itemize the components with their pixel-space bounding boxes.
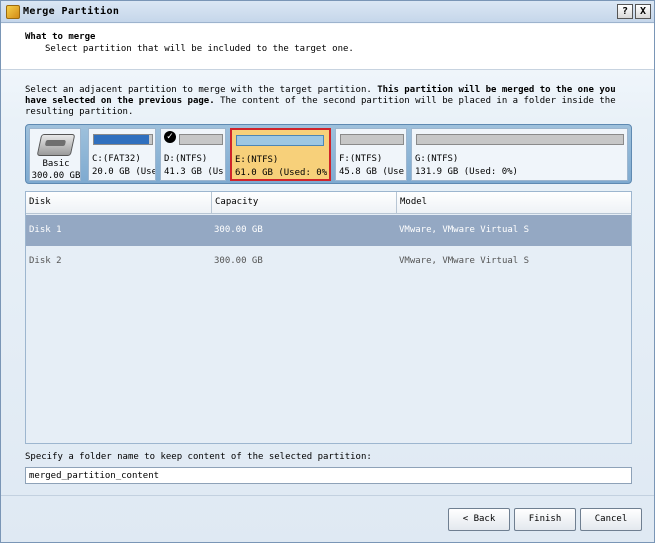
folder-name-input[interactable] [25,467,632,484]
partition-tile-e[interactable]: E:(NTFS) 61.0 GB (Used: 0% [230,128,331,181]
app-icon [6,5,20,19]
instructions: Select an adjacent partition to merge wi… [25,85,635,118]
cell-capacity: 300.00 GB [214,256,263,266]
instructions-text: Select an adjacent partition to merge wi… [25,85,378,95]
partition-info: 131.9 GB (Used: 0%) [415,167,518,177]
usage-bar [340,134,404,145]
partition-tile-d[interactable]: ✓ D:(NTFS) 41.3 GB (Us [160,128,226,181]
wizard-header: What to merge Select partition that will… [1,24,654,70]
finish-button[interactable]: Finish [514,508,576,531]
partition-tile-c[interactable]: C:(FAT32) 20.0 GB (Use [88,128,156,181]
folder-name-label: Specify a folder name to keep content of… [25,452,372,462]
partition-info: 20.0 GB (Use [92,167,156,177]
partition-name: F:(NTFS) [339,154,383,164]
cell-disk: Disk 2 [29,256,62,266]
partition-tile-g[interactable]: G:(NTFS) 131.9 GB (Used: 0%) [411,128,628,181]
partition-name: C:(FAT32) [92,154,141,164]
partition-name: E:(NTFS) [235,155,279,165]
partition-info: 61.0 GB (Used: 0% [235,168,328,178]
table-row[interactable]: Disk 1 300.00 GB VMware, VMware Virtual … [26,215,631,246]
header-subtitle: Select partition that will be included t… [45,44,354,54]
disk-tile[interactable]: Basic 300.00 GB [29,128,81,181]
partition-info: 45.8 GB (Use [339,167,405,177]
usage-bar [236,135,324,146]
cell-capacity: 300.00 GB [214,225,263,235]
column-header-capacity[interactable]: Capacity [211,192,396,213]
disk-table: Disk Capacity Model Disk 1 300.00 GB VMw… [25,191,632,444]
table-row[interactable]: Disk 2 300.00 GB VMware, VMware Virtual … [26,246,631,277]
usage-bar [416,134,624,145]
merge-partition-dialog: Merge Partition ? X What to merge Select… [0,0,655,543]
back-button[interactable]: < Back [448,508,510,531]
header-title: What to merge [25,32,96,42]
partition-name: D:(NTFS) [164,154,208,164]
usage-bar [93,134,153,145]
cell-model: VMware, VMware Virtual S [399,225,530,235]
table-header: Disk Capacity Model [26,192,631,214]
hard-disk-icon [36,134,76,156]
cell-model: VMware, VMware Virtual S [399,256,530,266]
partition-info: 41.3 GB (Us [164,167,224,177]
disk-size-label: 300.00 GB [31,171,81,181]
footer-divider [1,495,654,496]
disk-type-label: Basic [42,159,70,169]
column-header-model[interactable]: Model [396,192,631,213]
partition-map: Basic 300.00 GB C:(FAT32) 20.0 GB (Use ✓… [25,124,632,184]
close-button[interactable]: X [635,4,651,19]
partition-tile-f[interactable]: F:(NTFS) 45.8 GB (Use [335,128,407,181]
column-header-disk[interactable]: Disk [26,192,211,213]
cancel-button[interactable]: Cancel [580,508,642,531]
usage-bar [179,134,223,145]
partition-name: G:(NTFS) [415,154,459,164]
cell-disk: Disk 1 [29,225,62,235]
usage-fill [94,135,150,144]
help-button[interactable]: ? [617,4,633,19]
check-icon: ✓ [164,131,176,143]
title-bar[interactable]: Merge Partition ? X [1,1,654,23]
window-title: Merge Partition [23,6,120,17]
